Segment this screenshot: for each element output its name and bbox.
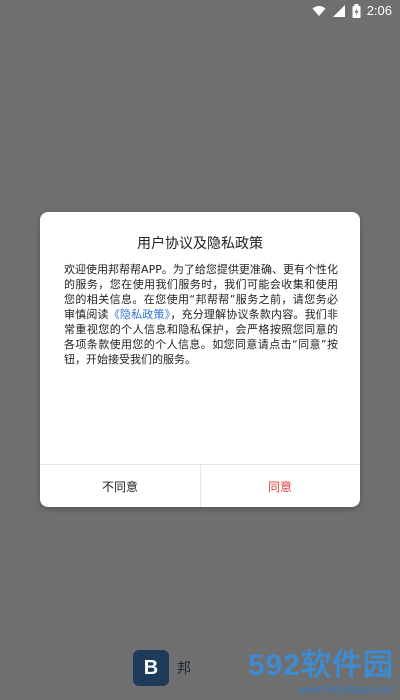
status-icons: 2:06 xyxy=(312,3,392,18)
dialog-title: 用户协议及隐私政策 xyxy=(137,236,263,252)
watermark-brand: 592软件园 xyxy=(247,649,394,682)
app-name: 邦 xyxy=(177,661,191,677)
privacy-dialog: 用户协议及隐私政策 欢迎使用邦帮帮APP。为了给您提供更准确、更有个性化的服务，… xyxy=(40,212,360,507)
signal-icon xyxy=(332,4,346,18)
privacy-policy-link[interactable]: 《隐私政策》 xyxy=(109,308,171,321)
watermark: 592软件园 www.592xiazai.com xyxy=(248,640,394,696)
dialog-body: 欢迎使用邦帮帮APP。为了给您提供更准确、更有个性化的服务，您在使用我们服务时，… xyxy=(64,262,338,367)
agree-button[interactable]: 同意 xyxy=(200,465,360,507)
disagree-button[interactable]: 不同意 xyxy=(40,465,200,507)
app-logo-icon: B xyxy=(133,650,169,686)
app-logo-letter: B xyxy=(143,656,159,679)
battery-icon xyxy=(352,3,361,18)
watermark-url: www.592xiazai.com xyxy=(297,684,394,696)
app-branding: B 邦 xyxy=(133,650,191,686)
wifi-icon xyxy=(312,4,326,18)
status-bar: 2:06 xyxy=(0,0,400,22)
status-time: 2:06 xyxy=(366,3,392,18)
